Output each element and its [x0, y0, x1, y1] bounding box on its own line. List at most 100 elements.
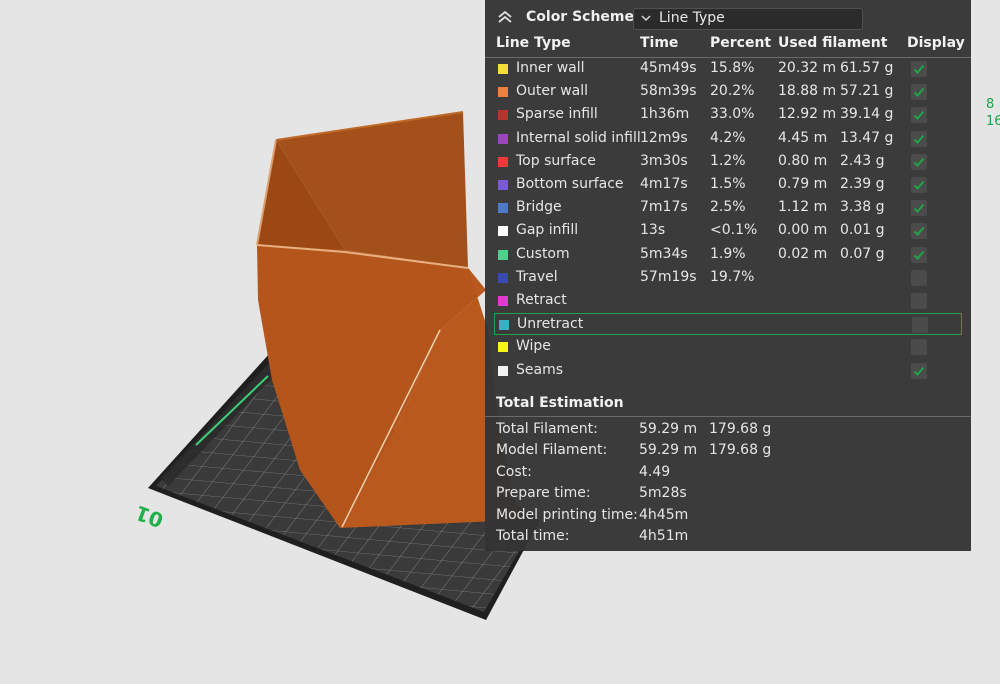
display-checkbox[interactable]: [911, 61, 927, 77]
line-type-row[interactable]: Inner wall 45m49s 15.8% 20.32 m 61.57 g: [494, 58, 962, 80]
side-readout: 8 16: [986, 96, 1000, 130]
check-icon: [913, 204, 925, 214]
total-row: Total Filament: 59.29 m 179.68 g: [496, 421, 956, 441]
line-type-row[interactable]: Retract: [494, 290, 962, 312]
color-swatch: [498, 226, 508, 237]
line-type-weight: 13.47 g: [840, 129, 894, 146]
panel-header: Color Scheme Line Type: [485, 0, 971, 36]
line-type-length: 0.02 m: [778, 245, 828, 262]
line-type-percent: 33.0%: [710, 106, 755, 123]
total-label: Total time:: [496, 528, 570, 544]
line-type-row[interactable]: Sparse infill 1h36m 33.0% 12.92 m 39.14 g: [494, 104, 962, 126]
color-swatch: [498, 272, 508, 283]
total-value: 59.29 m: [639, 442, 698, 459]
display-checkbox[interactable]: [911, 339, 927, 356]
line-type-row[interactable]: Bottom surface 4m17s 1.5% 0.79 m 2.39 g: [494, 174, 962, 196]
line-type-weight: 0.07 g: [840, 245, 885, 262]
line-type-percent: 1.9%: [710, 245, 746, 262]
line-type-time: 4m17s: [640, 176, 688, 192]
line-type-row[interactable]: Outer wall 58m39s 20.2% 18.88 m 57.21 g: [494, 81, 962, 103]
column-header-time: Time: [640, 35, 679, 51]
total-value: 4h51m: [639, 528, 689, 544]
line-type-row[interactable]: Unretract: [494, 313, 962, 336]
line-type-name: Custom: [516, 245, 570, 262]
line-type-length: 12.92 m: [778, 106, 837, 123]
legend-panel: Color Scheme Line Type Line Type Time Pe…: [485, 0, 971, 551]
display-checkbox[interactable]: [911, 84, 927, 101]
check-icon: [913, 227, 925, 237]
line-type-name: Bridge: [516, 199, 562, 216]
display-checkbox[interactable]: [911, 246, 927, 263]
display-checkbox[interactable]: [911, 130, 927, 147]
line-type-name: Unretract: [517, 316, 584, 333]
line-type-name: Retract: [516, 292, 567, 308]
line-type-weight: 39.14 g: [840, 106, 894, 123]
line-type-row[interactable]: Gap infill 13s <0.1% 0.00 m 0.01 g: [494, 220, 962, 242]
display-checkbox[interactable]: [911, 293, 927, 309]
line-type-name: Travel: [516, 268, 558, 285]
color-swatch: [498, 64, 508, 74]
total-value: 4.49: [639, 463, 671, 480]
line-type-name: Bottom surface: [516, 176, 624, 192]
line-type-row[interactable]: Travel 57m19s 19.7%: [494, 267, 962, 289]
color-swatch: [498, 296, 508, 306]
color-swatch: [498, 365, 508, 376]
line-type-percent: 15.8%: [710, 60, 755, 76]
total-divider: [485, 416, 971, 417]
color-swatch: [498, 180, 508, 190]
total-value-secondary: 179.68 g: [709, 442, 772, 459]
line-type-row[interactable]: Seams: [494, 360, 962, 382]
color-swatch: [498, 156, 508, 167]
line-type-length: 4.45 m: [778, 129, 828, 146]
color-swatch: [499, 320, 509, 331]
line-type-length: 0.80 m: [778, 152, 828, 169]
display-checkbox[interactable]: [912, 317, 928, 334]
collapse-chevrons-icon[interactable]: [497, 10, 513, 24]
line-type-row[interactable]: Internal solid infill 12m9s 4.2% 4.45 m 13.4…: [494, 128, 962, 150]
column-header-display: Display: [907, 35, 965, 51]
total-label: Prepare time:: [496, 485, 591, 502]
total-row: Total time: 4h51m: [496, 528, 956, 548]
check-icon: [913, 88, 925, 98]
display-checkbox[interactable]: [911, 362, 927, 379]
line-type-row[interactable]: Top surface 3m30s 1.2% 0.80 m 2.43 g: [494, 151, 962, 173]
line-type-row[interactable]: Bridge 7m17s 2.5% 1.12 m 3.38 g: [494, 197, 962, 219]
line-type-name: Internal solid infill: [516, 129, 641, 146]
line-type-length: 0.00 m: [778, 222, 828, 239]
line-type-time: 45m49s: [640, 60, 697, 76]
bed-label: 01: [132, 500, 166, 532]
line-type-weight: 61.57 g: [840, 60, 894, 76]
total-row: Cost: 4.49: [496, 464, 956, 484]
display-checkbox[interactable]: [911, 200, 927, 217]
side-readout-line: 16: [986, 114, 1000, 129]
color-scheme-dropdown[interactable]: Line Type: [633, 8, 863, 30]
total-value: 4h45m: [639, 506, 689, 523]
line-type-row[interactable]: Custom 5m34s 1.9% 0.02 m 0.07 g: [494, 244, 962, 266]
line-type-weight: 3.38 g: [840, 199, 885, 216]
line-type-row[interactable]: Wipe: [494, 336, 962, 358]
column-header-line-type: Line Type: [496, 35, 571, 51]
column-header-percent: Percent: [710, 35, 772, 51]
check-icon: [913, 250, 925, 260]
line-type-name: Seams: [516, 361, 564, 378]
display-checkbox[interactable]: [911, 223, 927, 240]
display-checkbox[interactable]: [911, 107, 927, 124]
line-type-time: 12m9s: [640, 129, 688, 146]
total-label: Model Filament:: [496, 442, 608, 459]
line-type-length: 0.79 m: [778, 176, 828, 192]
color-swatch: [498, 342, 508, 353]
total-row: Model printing time: 4h45m: [496, 507, 956, 527]
display-checkbox[interactable]: [911, 153, 927, 170]
color-scheme-value: Line Type: [659, 10, 725, 26]
line-type-name: Top surface: [516, 152, 596, 169]
line-type-percent: 2.5%: [710, 199, 746, 216]
display-checkbox[interactable]: [911, 269, 927, 286]
check-icon: [913, 64, 925, 74]
color-scheme-title: Color Scheme: [526, 9, 635, 25]
color-swatch: [498, 133, 508, 144]
check-icon: [913, 366, 925, 376]
line-type-time: 1h36m: [640, 106, 690, 123]
color-swatch: [498, 87, 508, 98]
total-label: Cost:: [496, 463, 532, 480]
display-checkbox[interactable]: [911, 177, 927, 193]
